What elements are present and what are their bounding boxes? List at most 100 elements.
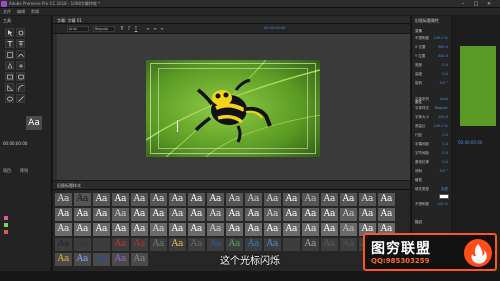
style-swatch[interactable]: Aa <box>131 208 148 221</box>
property-value[interactable]: 0.0 ° <box>440 81 448 85</box>
style-swatch[interactable]: Aa <box>340 208 357 221</box>
style-swatch[interactable]: Aa <box>150 193 167 206</box>
style-swatch[interactable]: Aa <box>188 208 205 221</box>
style-swatch[interactable]: Aa <box>302 223 319 236</box>
style-swatch[interactable]: Aa <box>169 208 186 221</box>
style-swatch[interactable]: Aa <box>74 193 91 206</box>
add-anchor-tool[interactable] <box>16 61 25 70</box>
property-value[interactable]: Arial <box>440 97 448 101</box>
style-swatch[interactable]: Aa <box>264 238 281 251</box>
property-value[interactable]: 0.0 ° <box>440 169 448 173</box>
align-left-icon[interactable]: ≡ <box>145 26 151 32</box>
property-value[interactable]: 0.0 <box>442 72 448 76</box>
style-swatch[interactable]: Aa <box>55 193 72 206</box>
align-right-icon[interactable]: ≡ <box>159 26 165 32</box>
style-swatch[interactable]: Aa <box>93 223 110 236</box>
style-swatch[interactable]: Aa <box>226 238 243 251</box>
tools-tab[interactable]: 工具 <box>3 18 11 24</box>
style-swatch[interactable]: Aa <box>264 223 281 236</box>
style-swatch[interactable]: Aa <box>93 193 110 206</box>
style-swatch[interactable]: Aa <box>378 208 395 221</box>
style-swatch[interactable]: Aa <box>283 223 300 236</box>
property-section[interactable]: 属性 <box>415 100 422 105</box>
style-swatch[interactable]: Aa <box>131 223 148 236</box>
style-swatch[interactable]: Aa <box>131 193 148 206</box>
style-swatch[interactable]: Aa <box>321 208 338 221</box>
style-swatch[interactable]: Aa <box>112 223 129 236</box>
property-value[interactable]: Regular <box>435 106 448 110</box>
style-swatch[interactable]: Aa <box>55 223 72 236</box>
style-swatch[interactable]: Aa <box>93 208 110 221</box>
style-swatch[interactable]: Aa <box>112 238 129 251</box>
style-swatch[interactable]: Aa <box>283 208 300 221</box>
rounded-rectangle-tool[interactable] <box>16 72 25 81</box>
style-swatch[interactable]: Aa <box>74 223 91 236</box>
property-value[interactable]: 实底 <box>441 187 448 192</box>
rectangle-tool[interactable] <box>5 72 14 81</box>
pen-tool[interactable] <box>5 61 14 70</box>
style-swatch[interactable]: Aa <box>264 208 281 221</box>
property-value[interactable]: 0.0 <box>442 151 448 155</box>
property-value[interactable]: 0.0 <box>442 63 448 67</box>
line-tool[interactable] <box>16 94 25 103</box>
area-type-tool[interactable] <box>5 50 14 59</box>
style-swatch[interactable]: Aa <box>245 208 262 221</box>
property-value[interactable]: 100.0 <box>438 115 448 119</box>
style-swatch[interactable]: Aa <box>169 223 186 236</box>
style-swatch[interactable]: Aa <box>150 223 167 236</box>
style-swatch[interactable]: Aa <box>188 238 205 251</box>
editor-timecode[interactable]: 00:00:00:00 <box>263 26 289 32</box>
style-swatch[interactable]: Aa <box>207 223 224 236</box>
styles-tab[interactable]: 旧版标题样式 <box>57 183 81 189</box>
tab-sequence[interactable]: 序列 <box>20 168 28 174</box>
property-section[interactable]: 描边 <box>415 220 422 225</box>
bold-button[interactable]: T <box>119 26 125 32</box>
style-swatch[interactable]: Aa <box>226 208 243 221</box>
style-swatch[interactable]: Aa <box>302 238 319 251</box>
rotate-tool[interactable] <box>16 28 25 37</box>
style-swatch[interactable]: Aa <box>55 238 72 251</box>
font-style-select[interactable]: Regular <box>93 26 115 32</box>
style-swatch[interactable]: Aa <box>112 253 129 266</box>
style-swatch[interactable]: Aa <box>359 208 376 221</box>
arc-tool[interactable] <box>16 83 25 92</box>
style-swatch[interactable]: Aa <box>302 193 319 206</box>
style-swatch[interactable]: Aa <box>226 193 243 206</box>
ellipse-tool[interactable] <box>5 94 14 103</box>
property-section[interactable]: 填充 <box>415 178 422 183</box>
path-type-tool[interactable] <box>16 50 25 59</box>
style-swatch[interactable]: Aa <box>340 193 357 206</box>
property-value[interactable]: 100.0 % <box>434 124 448 128</box>
minimize-icon[interactable]: – <box>458 1 468 7</box>
style-swatch[interactable]: Aa <box>131 238 148 251</box>
style-swatch[interactable]: Aa <box>283 238 300 251</box>
style-swatch[interactable]: Aa <box>93 238 110 251</box>
menu-clip[interactable]: 剪辑 <box>31 9 39 15</box>
style-swatch[interactable]: Aa <box>321 193 338 206</box>
menu-edit[interactable]: 编辑 <box>17 9 25 15</box>
type-tool[interactable] <box>5 39 14 48</box>
property-value[interactable]: 960.0 <box>438 45 448 49</box>
property-value[interactable]: 0.0 <box>442 142 448 146</box>
font-family-select[interactable]: Arial <box>67 26 89 32</box>
style-swatch[interactable]: Aa <box>207 238 224 251</box>
style-swatch[interactable]: Aa <box>283 193 300 206</box>
style-swatch[interactable]: Aa <box>245 193 262 206</box>
style-swatch[interactable]: Aa <box>226 223 243 236</box>
style-swatch[interactable]: Aa <box>321 223 338 236</box>
style-swatch[interactable]: Aa <box>150 208 167 221</box>
section-transform[interactable]: 变换 <box>415 29 422 34</box>
style-swatch[interactable]: Aa <box>112 193 129 206</box>
style-swatch[interactable]: Aa <box>245 238 262 251</box>
selection-tool[interactable] <box>5 28 14 37</box>
style-swatch[interactable]: Aa <box>150 238 167 251</box>
style-swatch[interactable]: Aa <box>207 193 224 206</box>
style-swatch[interactable]: Aa <box>378 193 395 206</box>
style-swatch[interactable]: Aa <box>340 223 357 236</box>
style-swatch[interactable]: Aa <box>93 253 110 266</box>
property-value[interactable]: 100.0 % <box>434 36 448 40</box>
style-swatch[interactable]: Aa <box>112 208 129 221</box>
property-value[interactable]: 540.0 <box>438 54 448 58</box>
style-swatch[interactable]: Aa <box>74 238 91 251</box>
style-swatch[interactable]: Aa <box>188 223 205 236</box>
